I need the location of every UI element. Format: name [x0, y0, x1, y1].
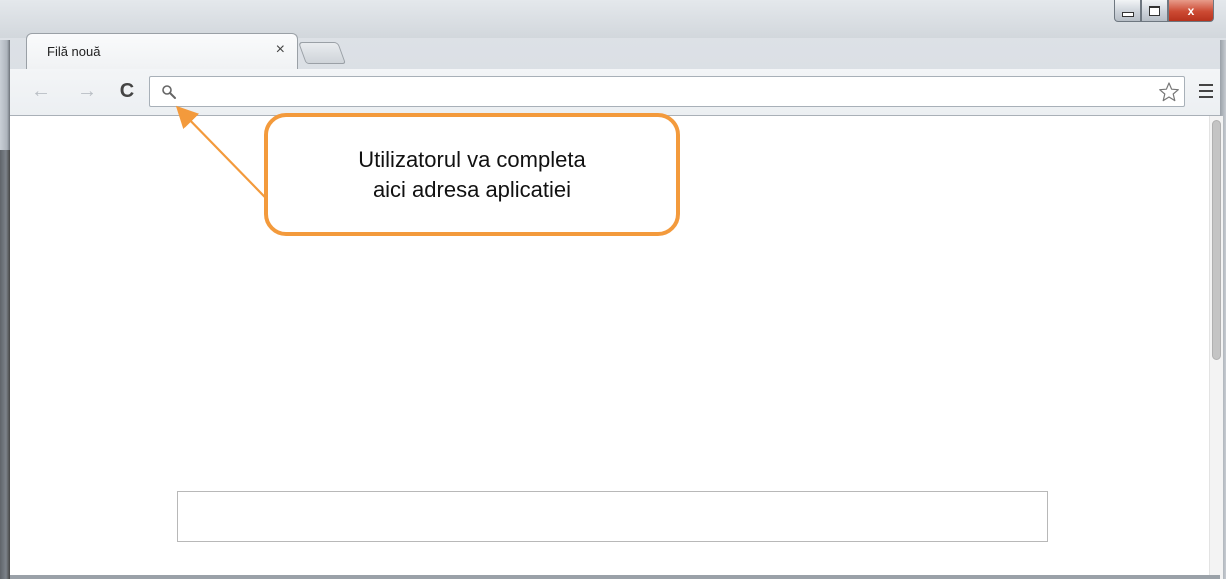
menu-icon[interactable]: [1199, 84, 1213, 98]
close-icon: x: [1187, 3, 1195, 18]
vertical-scrollbar[interactable]: [1209, 116, 1223, 579]
window-frame-left-shadow: [0, 150, 10, 579]
window-controls: x: [1114, 0, 1214, 22]
forward-arrow-icon: →: [77, 79, 97, 102]
scrollbar-thumb[interactable]: [1212, 120, 1221, 360]
browser-toolbar: ← → C: [10, 69, 1220, 116]
reload-button[interactable]: C: [116, 79, 138, 103]
callout-line-1: Utilizatorul va completa: [358, 146, 586, 172]
bookmark-star-icon[interactable]: [1158, 81, 1180, 103]
tab-new-tab[interactable]: Filă nouă ×: [26, 33, 298, 69]
window-frame-bottom: [10, 575, 1220, 579]
back-button[interactable]: ←: [30, 79, 52, 103]
tab-close-icon[interactable]: ×: [276, 41, 285, 59]
tab-title: Filă nouă: [47, 44, 101, 59]
minimize-button[interactable]: [1114, 0, 1141, 22]
search-icon: [162, 85, 176, 99]
maximize-button[interactable]: [1141, 0, 1168, 22]
reload-icon: C: [119, 79, 135, 102]
callout-line-2: aici adresa aplicatiei: [372, 176, 572, 202]
callout-box: Utilizatorul va completa aici adresa apl…: [264, 113, 680, 236]
address-input[interactable]: [186, 80, 1140, 104]
new-tab-button[interactable]: [297, 42, 347, 64]
browser-window: x Filă nouă × ← → C Utilizatorul va comp…: [0, 0, 1226, 579]
page-search-box[interactable]: [177, 491, 1048, 542]
minimize-icon: [1121, 12, 1134, 17]
address-bar[interactable]: [149, 76, 1185, 107]
forward-button[interactable]: →: [76, 79, 98, 103]
close-window-button[interactable]: x: [1168, 0, 1214, 22]
maximize-icon: [1149, 5, 1160, 16]
back-arrow-icon: ←: [31, 79, 51, 102]
